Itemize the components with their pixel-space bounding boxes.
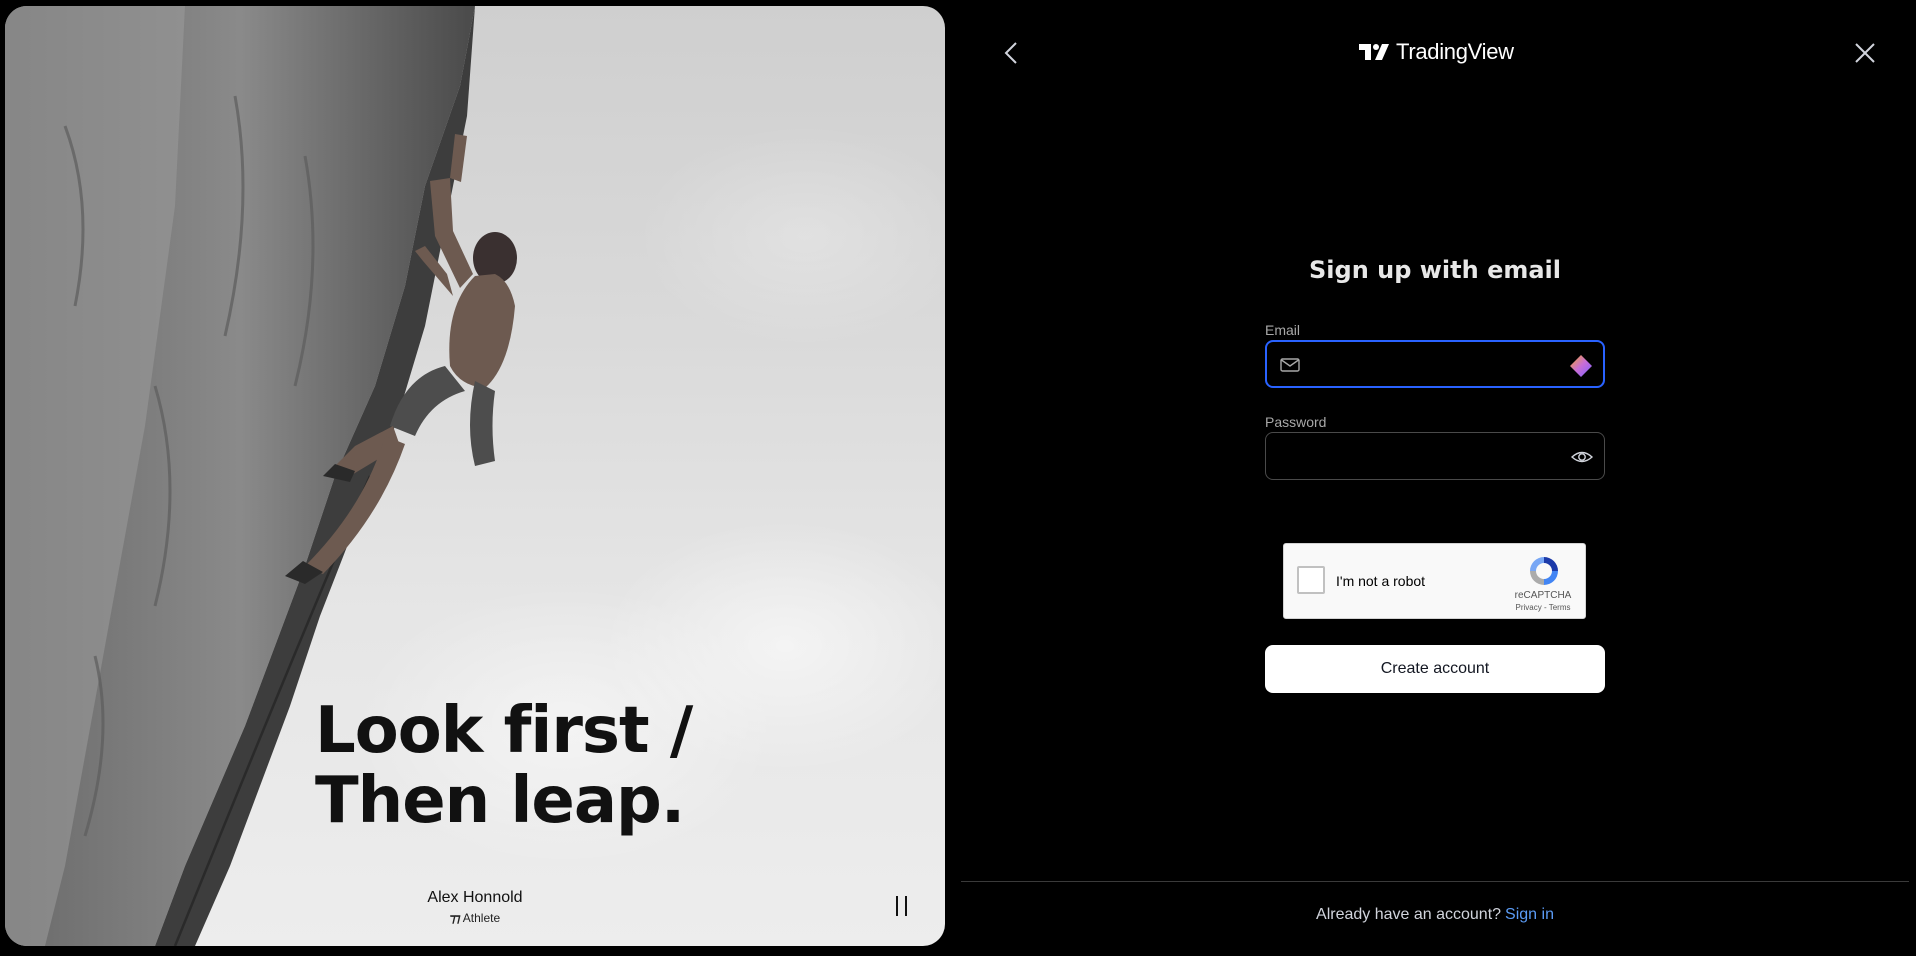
password-label: Password: [1265, 414, 1327, 430]
recaptcha-logo-icon: [1530, 557, 1558, 585]
recaptcha-links[interactable]: Privacy - Terms: [1506, 603, 1580, 612]
brand-name: TradingView: [1396, 39, 1514, 64]
email-label: Email: [1265, 322, 1301, 338]
footer-divider: [961, 881, 1909, 882]
tradingview-logo-icon: [1359, 44, 1389, 60]
close-icon: [1855, 43, 1875, 63]
chevron-left-icon: [1004, 42, 1017, 64]
close-button[interactable]: [1850, 38, 1880, 68]
mail-icon: [1279, 354, 1301, 380]
pause-icon: [896, 896, 898, 916]
recaptcha-label: I'm not a robot: [1336, 573, 1426, 589]
footer: Already have an account? Sign in: [961, 906, 1909, 924]
pause-button[interactable]: [891, 892, 913, 920]
tradingview-mini-logo-icon: ⁊⁊: [449, 911, 461, 925]
password-field[interactable]: [1265, 432, 1605, 480]
autofill-gem-icon[interactable]: [1569, 354, 1593, 382]
athlete-name: Alex Honnold: [427, 889, 523, 906]
hero-headline: Look first / Then leap.: [315, 694, 693, 838]
email-field[interactable]: [1265, 340, 1605, 388]
recaptcha-brand: reCAPTCHA: [1514, 590, 1572, 601]
hero-panel: Look first / Then leap. Alex Honnold ⁊⁊ A…: [5, 6, 945, 946]
back-button[interactable]: [998, 38, 1026, 68]
email-input[interactable]: [1315, 342, 1555, 386]
sign-in-link[interactable]: Sign in: [1505, 906, 1554, 923]
signup-page: Look first / Then leap. Alex Honnold ⁊⁊ A…: [0, 0, 1916, 956]
athlete-role-label: Athlete: [462, 911, 501, 925]
brand-logo: TradingView: [1358, 36, 1514, 68]
athlete-role: ⁊⁊ Athlete: [5, 911, 945, 925]
recaptcha-checkbox[interactable]: [1297, 566, 1325, 594]
create-account-button[interactable]: Create account: [1265, 645, 1605, 693]
form-title: Sign up with email: [1309, 256, 1561, 284]
footer-prompt: Already have an account?: [1316, 906, 1502, 923]
eye-icon[interactable]: [1570, 445, 1594, 473]
password-input[interactable]: [1280, 433, 1560, 479]
recaptcha-widget: I'm not a robot reCAPTCHA Privacy - Term…: [1283, 543, 1586, 619]
